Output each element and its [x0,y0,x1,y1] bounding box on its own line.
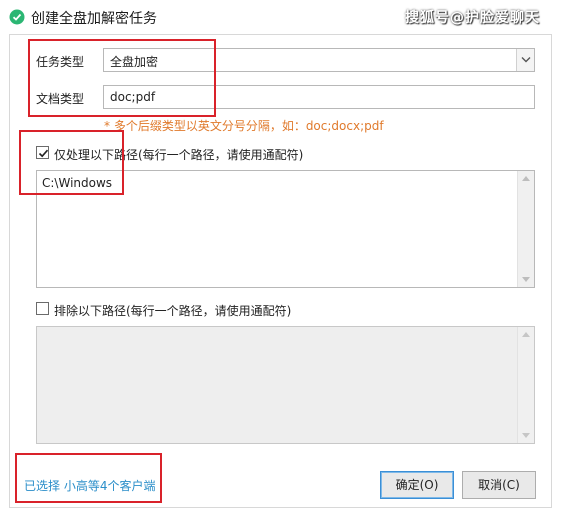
checkmark-icon [38,149,49,158]
task-type-label: 任务类型 [36,55,85,69]
exclude-paths-textarea[interactable] [36,326,535,444]
exclude-paths-checkbox[interactable] [36,302,49,315]
selected-clients-link[interactable]: 已选择 小高等4个客户端 [24,477,155,494]
doc-type-hint: * 多个后缀类型以英文分号分隔，如：doc;docx;pdf [104,119,384,133]
window-title: 创建全盘加解密任务 [31,11,157,27]
app-icon [9,9,25,25]
include-paths-label: 仅处理以下路径(每行一个路径，请使用通配符) [54,148,304,162]
watermark: 搜狐号@护脸爱聊天 [405,10,540,26]
include-paths-value: C:\Windows [42,176,113,190]
exclude-paths-scrollbar[interactable] [517,327,534,443]
include-paths-checkbox[interactable] [36,146,49,159]
cancel-button[interactable]: 取消(C) [462,471,536,499]
doc-type-label: 文档类型 [36,92,85,106]
scroll-down-icon[interactable] [522,277,530,282]
scroll-up-icon[interactable] [522,176,530,181]
include-paths-scrollbar[interactable] [517,171,534,287]
title-bar: 创建全盘加解密任务 搜狐号@护脸爱聊天 [0,0,561,34]
exclude-paths-label: 排除以下路径(每行一个路径，请使用通配符) [54,304,292,318]
include-paths-textarea[interactable]: C:\Windows [36,170,535,288]
doc-type-value: doc;pdf [110,90,156,104]
ok-button[interactable]: 确定(O) [380,471,454,499]
scroll-down-icon[interactable] [522,433,530,438]
doc-type-input[interactable]: doc;pdf [103,85,535,109]
chevron-down-icon [521,57,531,63]
scroll-up-icon[interactable] [522,332,530,337]
task-type-select[interactable]: 全盘加密 [103,48,535,72]
dropdown-button[interactable] [516,49,534,71]
task-type-value: 全盘加密 [110,55,159,69]
